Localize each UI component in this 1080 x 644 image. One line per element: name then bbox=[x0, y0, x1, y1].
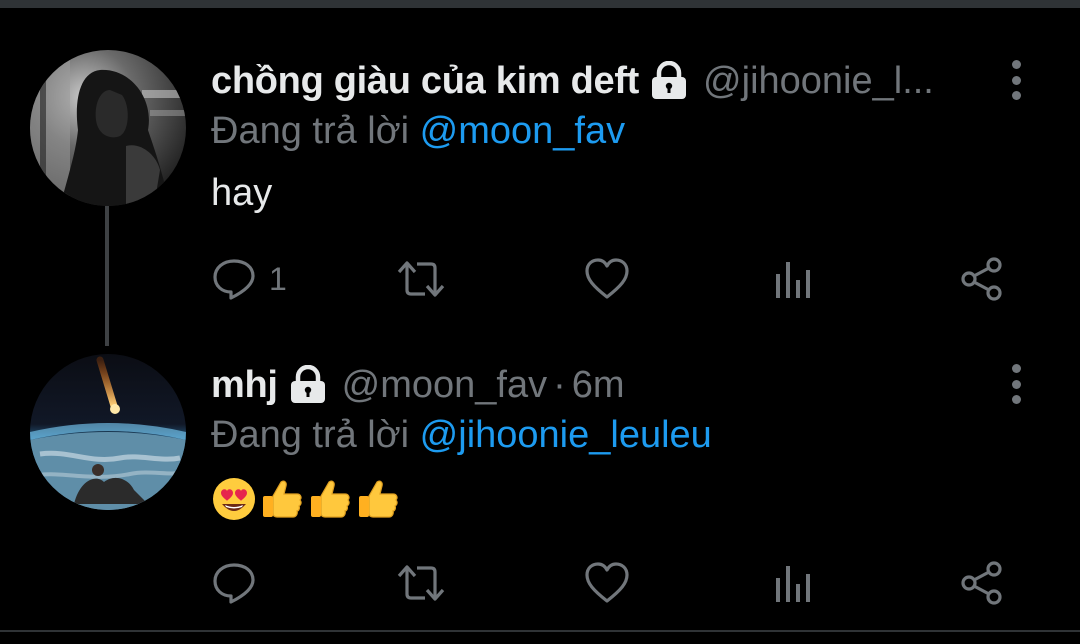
replying-to: Đang trả lời @jihoonie_leuleu bbox=[211, 414, 712, 457]
top-divider bbox=[0, 0, 1080, 8]
more-icon[interactable] bbox=[1000, 58, 1032, 102]
like-icon bbox=[585, 258, 629, 299]
lock-icon bbox=[649, 60, 689, 101]
reply-button[interactable] bbox=[211, 556, 269, 610]
replying-mention[interactable]: @jihoonie_leuleu bbox=[420, 414, 712, 456]
share-icon bbox=[961, 257, 1002, 301]
display-name[interactable]: mhj bbox=[211, 364, 278, 407]
share-button[interactable] bbox=[959, 556, 1005, 610]
bottom-divider bbox=[0, 630, 1080, 644]
thumbs-up-emoji bbox=[311, 480, 350, 518]
handle[interactable]: @jihoonie_l... bbox=[703, 60, 934, 103]
tweet-emojis bbox=[211, 476, 401, 522]
avatar[interactable] bbox=[30, 50, 186, 206]
replying-to: Đang trả lời @moon_fav bbox=[211, 110, 625, 153]
replying-prefix: Đang trả lời bbox=[211, 414, 410, 456]
replying-prefix: Đang trả lời bbox=[211, 110, 410, 152]
views-button[interactable] bbox=[773, 252, 813, 306]
tweet-text: hay bbox=[211, 172, 273, 214]
retweet-icon bbox=[397, 261, 445, 297]
separator-dot: · bbox=[553, 363, 566, 406]
more-icon[interactable] bbox=[1000, 362, 1032, 406]
like-button[interactable] bbox=[583, 556, 631, 610]
action-bar: 1 bbox=[211, 252, 1011, 306]
reply-button[interactable]: 1 bbox=[211, 252, 287, 306]
views-icon bbox=[776, 262, 810, 298]
avatar-dark-hooded-figure bbox=[30, 50, 186, 206]
thumbs-up-emoji bbox=[359, 480, 398, 518]
tweet-header: chồng giàu của kim deft @jihoonie_l... bbox=[211, 58, 934, 104]
heart-eyes-emoji bbox=[213, 478, 255, 520]
views-button[interactable] bbox=[773, 556, 813, 610]
reply-icon bbox=[213, 563, 255, 604]
display-name[interactable]: chồng giàu của kim deft bbox=[211, 60, 639, 103]
share-button[interactable] bbox=[959, 252, 1005, 306]
retweet-icon bbox=[397, 565, 445, 601]
avatar[interactable] bbox=[30, 354, 186, 510]
timestamp[interactable]: 6m bbox=[572, 364, 625, 407]
avatar-earth-meteor bbox=[30, 354, 186, 510]
retweet-button[interactable] bbox=[395, 252, 447, 306]
reply-count: 1 bbox=[269, 260, 287, 297]
handle[interactable]: @moon_fav bbox=[342, 364, 547, 407]
views-icon bbox=[776, 566, 810, 602]
thumbs-up-emoji bbox=[263, 480, 302, 518]
lock-icon bbox=[288, 364, 328, 405]
like-button[interactable] bbox=[583, 252, 631, 306]
like-icon bbox=[585, 562, 629, 603]
replying-mention[interactable]: @moon_fav bbox=[420, 110, 625, 152]
tweet-header: mhj @moon_fav · 6m bbox=[211, 362, 625, 408]
action-bar bbox=[211, 556, 1011, 610]
retweet-button[interactable] bbox=[395, 556, 447, 610]
share-icon bbox=[961, 561, 1002, 605]
thread-connector-line bbox=[105, 206, 109, 346]
reply-thread: chồng giàu của kim deft @jihoonie_l... Đ… bbox=[0, 0, 1080, 644]
reply-icon bbox=[213, 259, 255, 300]
